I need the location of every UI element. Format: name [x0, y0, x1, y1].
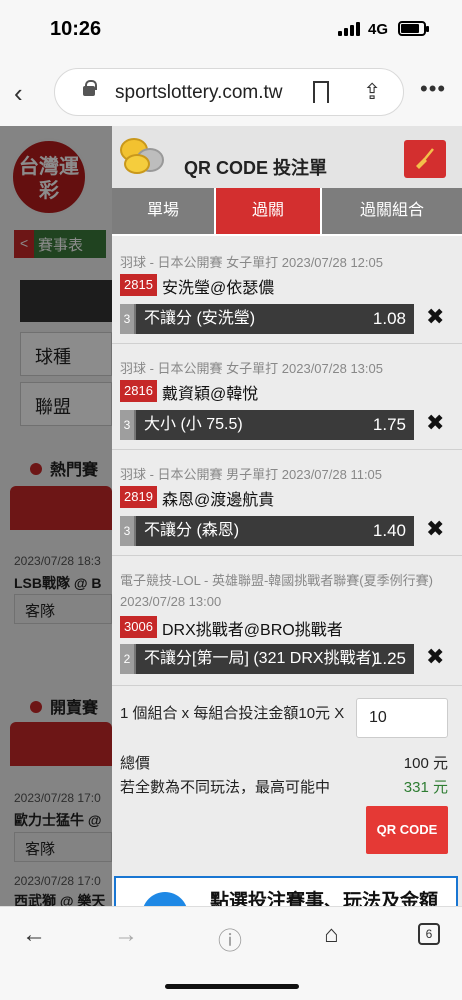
info-circle-icon [142, 892, 188, 906]
total-value: 100 元 [403, 755, 448, 772]
bet-num: 3 [120, 304, 136, 334]
bet-league: 羽球 - 日本公開賽 女子單打 2023/07/28 12:05 [120, 255, 383, 270]
max-win-value: 331 元 [403, 779, 448, 796]
signal-icon [338, 22, 362, 36]
bet-odds: 1.08 [372, 309, 406, 328]
promo-text: 點選投注賽事、玩法及金額 [210, 891, 439, 906]
panel-header: QR CODE 投注單 [112, 126, 462, 188]
bet-item: 羽球 - 日本公開賽 女子單打 2023/07/28 13:05 2816 戴資… [112, 344, 462, 450]
bet-pick-row[interactable]: 3 不讓分 (森恩) 1.40 [120, 516, 414, 546]
back-arrow-icon[interactable]: ← [22, 921, 46, 949]
bet-type-tabs: 單場 過關 過關組合 [112, 188, 462, 236]
back-chevron-icon[interactable]: ‹ [14, 78, 23, 109]
network-label: 4G [368, 21, 389, 38]
home-indicator [165, 984, 299, 989]
bet-league: 羽球 - 日本公開賽 男子單打 2023/07/28 11:05 [120, 467, 383, 482]
tabs-count-button[interactable]: 6 [418, 923, 440, 945]
more-icon[interactable]: ••• [420, 76, 446, 102]
combo-text: 1 個組合 x 每組合投注金額10元 X [120, 705, 345, 722]
bet-summary: 1 個組合 x 每組合投注金額10元 X 10 總價 100 元 若全數為不同玩… [112, 686, 462, 906]
tab-single[interactable]: 單場 [112, 188, 214, 234]
remove-bet-icon[interactable]: ✖ [426, 644, 444, 670]
bet-odds: 1.40 [372, 521, 406, 540]
bet-odds: 1.25 [372, 649, 406, 668]
dim-overlay[interactable] [0, 126, 112, 906]
share-icon[interactable]: ⇪ [363, 79, 381, 105]
tab-parlay[interactable]: 過關 [216, 188, 320, 234]
panel-title: QR CODE 投注單 [184, 158, 328, 178]
max-win-label: 若全數為不同玩法，最高可能中 [120, 779, 331, 796]
bet-teams: 安洗瑩@依瑟儂 [162, 280, 275, 297]
bet-pick-row[interactable]: 2 不讓分[第一局] (321 DRX挑戰者) 1.25 [120, 644, 414, 674]
bet-pick: 大小 (小 75.5) [144, 416, 243, 433]
bet-item: 羽球 - 日本公開賽 男子單打 2023/07/28 11:05 2819 森恩… [112, 450, 462, 556]
bet-league: 電子競技-LOL - 英雄聯盟-韓國挑戰者聯賽(夏季例行賽) [120, 573, 433, 588]
status-time: 10:26 [50, 18, 102, 40]
bet-teams: DRX挑戰者@BRO挑戰者 [162, 622, 343, 639]
bet-num: 3 [120, 516, 136, 546]
bet-amount-input[interactable]: 10 [356, 698, 448, 738]
address-field[interactable]: sportslottery.com.tw ⇪ [54, 68, 404, 116]
bet-pick: 不讓分 (安洗瑩) [144, 310, 256, 327]
battery-icon [398, 21, 429, 36]
bet-odds: 1.75 [372, 415, 406, 434]
promo-banner[interactable]: 點選投注賽事、玩法及金額 [114, 876, 458, 906]
bet-pick: 不讓分 (森恩) [144, 522, 240, 539]
bet-item: 羽球 - 日本公開賽 女子單打 2023/07/28 12:05 2815 安洗… [112, 236, 462, 344]
bet-league: 羽球 - 日本公開賽 女子單打 2023/07/28 13:05 [120, 361, 383, 376]
info-sparkle-icon[interactable]: ⓘ [218, 921, 242, 956]
bet-datetime: 2023/07/28 13:00 [120, 594, 222, 609]
bet-code: 2816 [120, 380, 157, 402]
url-text: sportslottery.com.tw [115, 82, 283, 103]
bet-pick-row[interactable]: 3 大小 (小 75.5) 1.75 [120, 410, 414, 440]
status-bar: 10:26 4G [0, 0, 462, 58]
qr-code-button[interactable]: QR CODE [366, 806, 448, 854]
browser-url-bar: ‹ sportslottery.com.tw ⇪ ••• [0, 58, 462, 126]
bet-pick-row[interactable]: 3 不讓分 (安洗瑩) 1.08 [120, 304, 414, 334]
coins-icon [120, 138, 172, 178]
home-icon[interactable]: ⌂ [324, 921, 339, 949]
bet-num: 3 [120, 410, 136, 440]
bet-item: 電子競技-LOL - 英雄聯盟-韓國挑戰者聯賽(夏季例行賽) 2023/07/2… [112, 556, 462, 686]
forward-arrow-icon[interactable]: → [114, 921, 138, 949]
total-label: 總價 [120, 755, 151, 772]
bet-code: 3006 [120, 616, 157, 638]
bet-num: 2 [120, 644, 136, 674]
tab-parlay-combo[interactable]: 過關組合 [322, 188, 462, 234]
remove-bet-icon[interactable]: ✖ [426, 410, 444, 436]
remove-bet-icon[interactable]: ✖ [426, 304, 444, 330]
bet-code: 2815 [120, 274, 157, 296]
bet-slip-panel: QR CODE 投注單 單場 過關 過關組合 羽球 - 日本公開賽 女子單打 2… [112, 126, 462, 906]
bet-pick: 不讓分[第一局] (321 DRX挑戰者) [144, 650, 377, 667]
bet-teams: 森恩@渡邊航貴 [162, 492, 275, 509]
broom-icon [416, 148, 434, 169]
clear-button[interactable] [404, 140, 446, 178]
bookmark-icon[interactable] [313, 81, 329, 103]
remove-bet-icon[interactable]: ✖ [426, 516, 444, 542]
bet-teams: 戴資穎@韓悅 [162, 386, 259, 403]
lock-icon [83, 80, 97, 96]
bet-code: 2819 [120, 486, 157, 508]
